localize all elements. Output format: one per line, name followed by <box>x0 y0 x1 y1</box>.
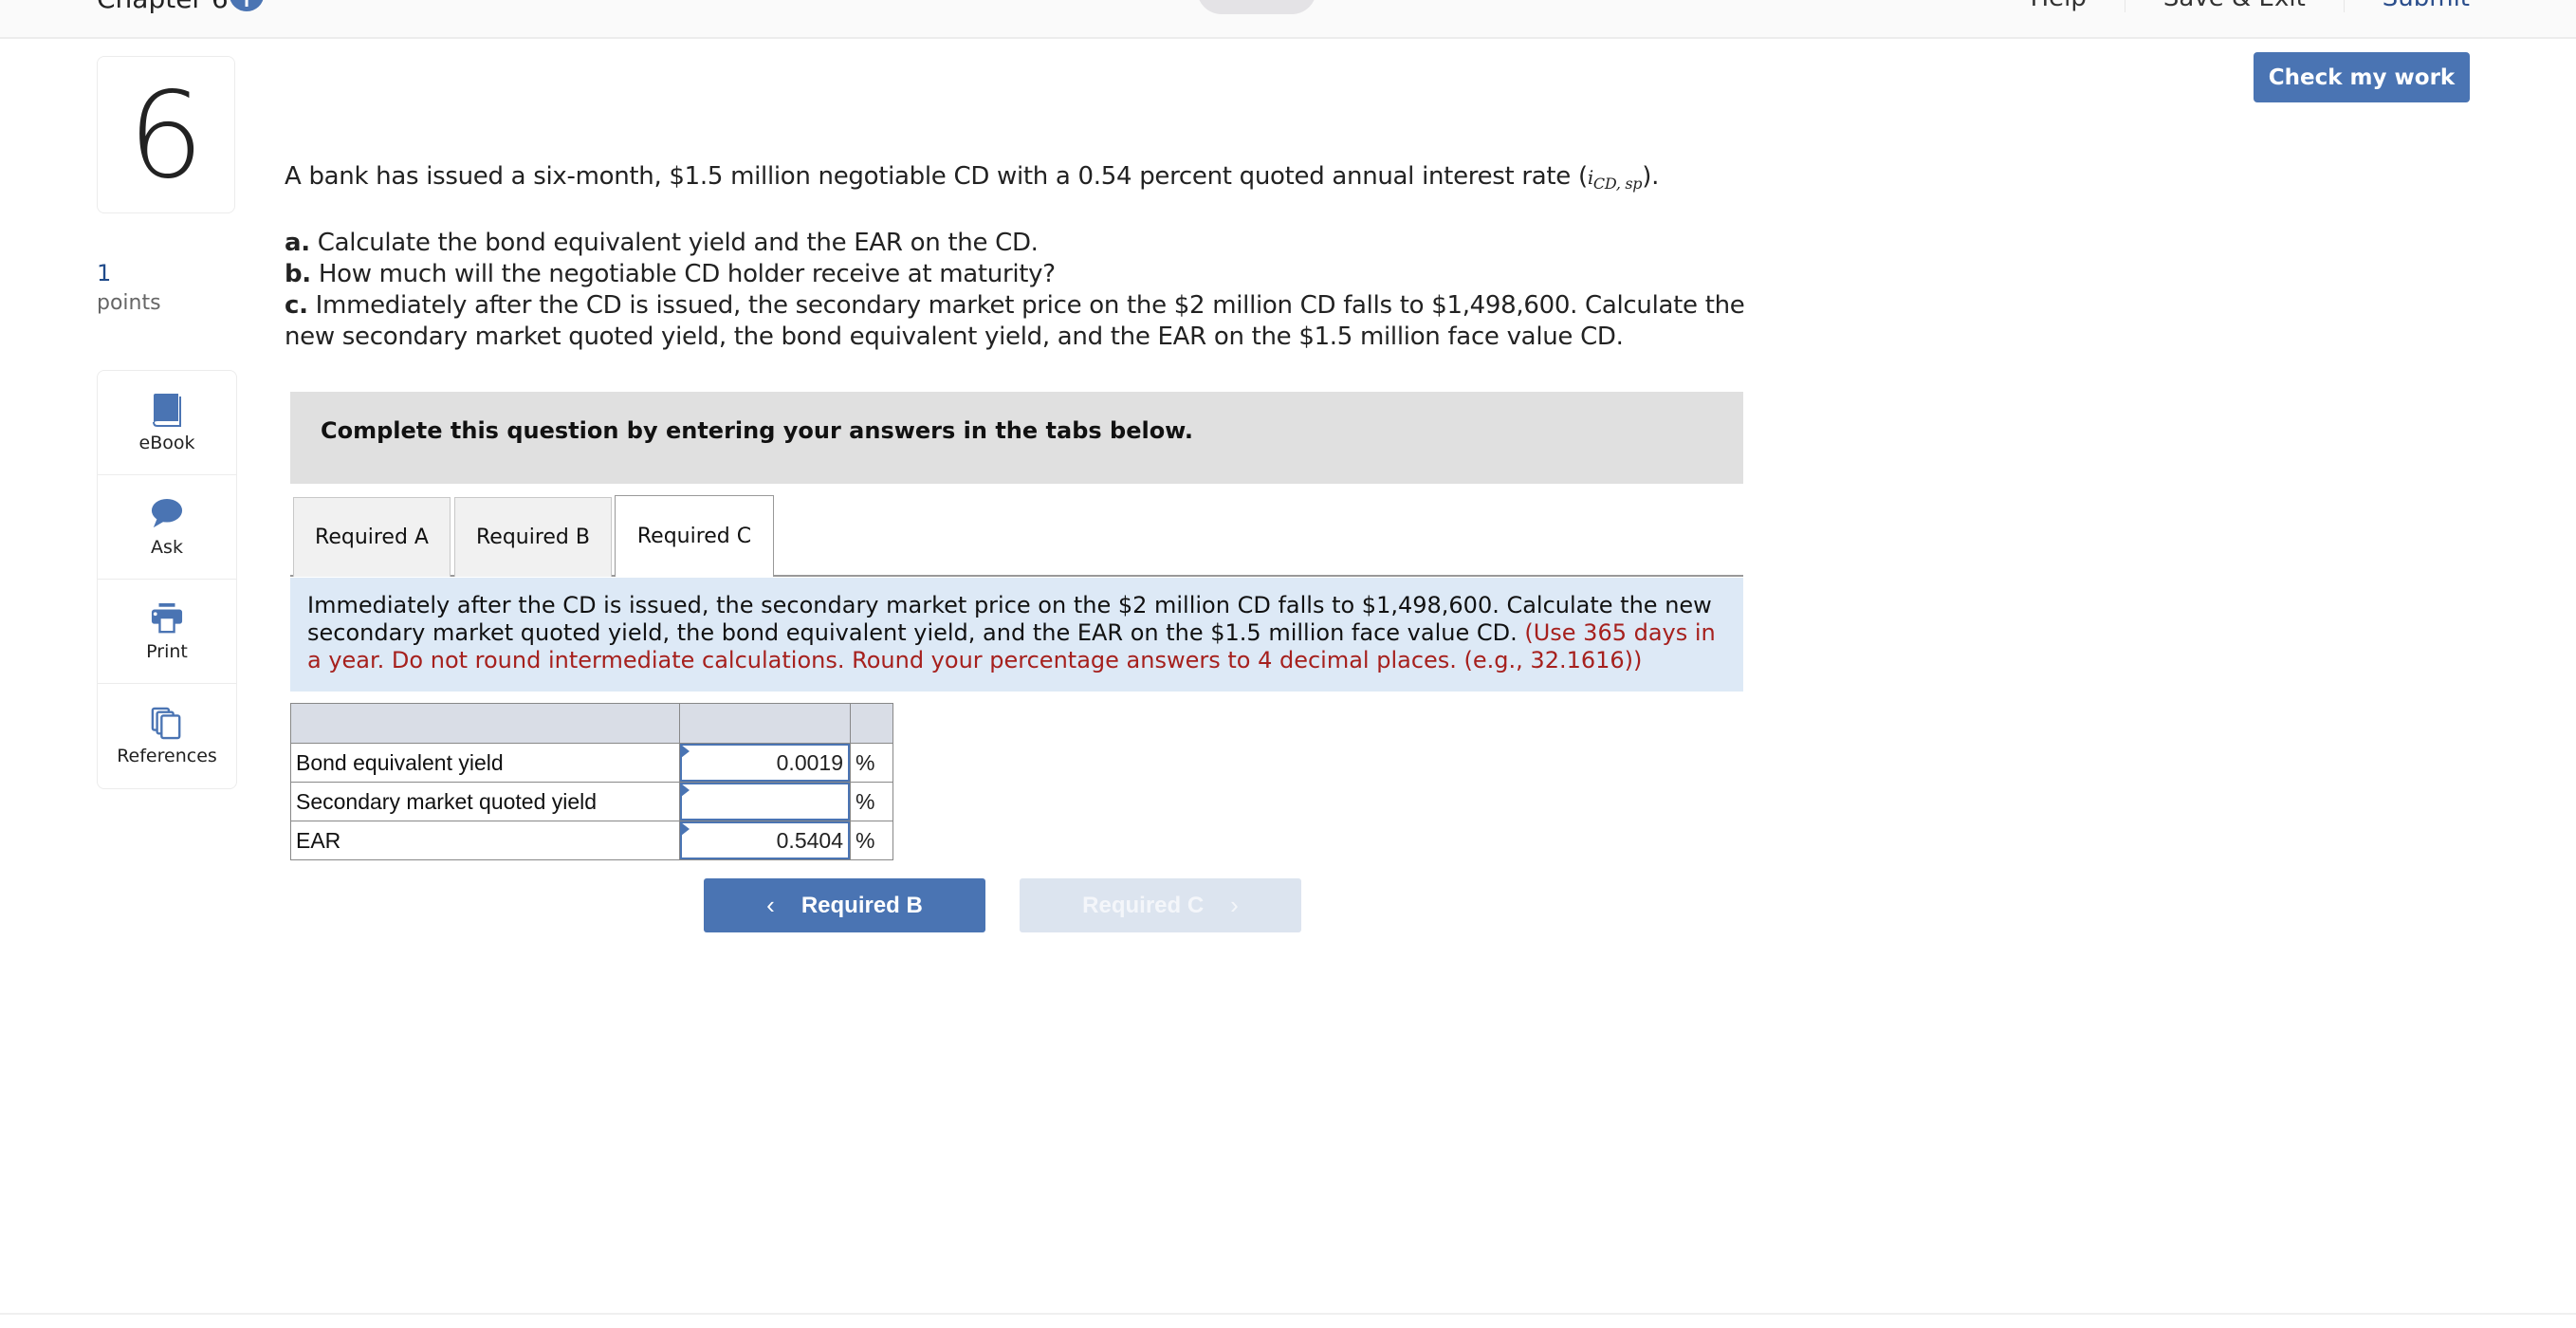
next-tab-button[interactable]: Required C › <box>1020 878 1301 932</box>
center-handle[interactable] <box>1197 0 1316 14</box>
tab-bar: Required A Required B Required C <box>290 495 1743 577</box>
instruction-banner: Complete this question by entering your … <box>290 392 1743 484</box>
tools-panel: eBook Ask Print References <box>97 370 237 789</box>
input-flag-icon <box>681 822 690 836</box>
tool-ask[interactable]: Ask <box>98 475 236 580</box>
tab-prompt: Immediately after the CD is issued, the … <box>290 578 1743 692</box>
table-row: Secondary market quoted yield % <box>290 782 893 821</box>
tool-print[interactable]: Print <box>98 580 236 684</box>
tab-required-b[interactable]: Required B <box>454 497 612 577</box>
unit-label: % <box>850 821 893 860</box>
top-bar: Chapter 6 i Help Save & Exit Submit <box>0 0 2576 39</box>
footer-divider <box>0 1313 2576 1315</box>
tab-required-a[interactable]: Required A <box>293 497 451 577</box>
bond-equivalent-yield-input[interactable] <box>680 744 850 782</box>
unit-label: % <box>850 782 893 821</box>
secondary-market-quoted-yield-input[interactable] <box>680 783 850 821</box>
question-part-c: c. Immediately after the CD is issued, t… <box>285 291 1745 351</box>
printer-icon <box>151 602 183 633</box>
top-links: Help Save & Exit Submit <box>1993 0 2470 12</box>
answer-table: Bond equivalent yield % Secondary market… <box>290 703 893 860</box>
row-label: EAR <box>290 821 680 860</box>
question-part-a: a. Calculate the bond equivalent yield a… <box>285 229 1039 257</box>
question-intro: A bank has issued a six-month, $1.5 mill… <box>285 162 1660 193</box>
tool-ebook-label: eBook <box>138 432 195 453</box>
unit-label: % <box>850 743 893 783</box>
speech-bubble-icon <box>151 498 183 527</box>
check-my-work-button[interactable]: Check my work <box>2254 52 2470 102</box>
save-exit-link[interactable]: Save & Exit <box>2125 0 2345 12</box>
tab-required-c[interactable]: Required C <box>615 495 774 577</box>
chevron-right-icon: › <box>1230 891 1239 919</box>
ear-input[interactable] <box>680 821 850 859</box>
points-label: points <box>97 291 161 315</box>
book-icon <box>153 393 181 427</box>
table-row: Bond equivalent yield % <box>290 743 893 783</box>
help-link[interactable]: Help <box>1993 0 2125 12</box>
input-flag-icon <box>681 784 690 797</box>
question-text: A bank has issued a six-month, $1.5 mill… <box>285 161 1802 353</box>
tool-references-label: References <box>117 746 217 766</box>
previous-tab-button[interactable]: ‹ Required B <box>704 878 985 932</box>
documents-icon <box>151 707 181 740</box>
previous-tab-label: Required B <box>800 892 923 918</box>
next-tab-label: Required C <box>1082 892 1205 918</box>
submit-link[interactable]: Submit <box>2345 0 2470 12</box>
chapter-title: Chapter 6 <box>97 0 229 14</box>
points-value: 1 <box>97 260 112 286</box>
info-icon[interactable]: i <box>230 0 264 11</box>
row-label: Secondary market quoted yield <box>290 782 680 821</box>
input-flag-icon <box>681 745 690 758</box>
tool-ask-label: Ask <box>151 536 183 558</box>
tool-references[interactable]: References <box>98 684 236 788</box>
table-header-row <box>290 703 893 744</box>
table-row: EAR % <box>290 821 893 860</box>
tool-print-label: Print <box>146 640 188 662</box>
tool-ebook[interactable]: eBook <box>98 371 236 475</box>
prompt-text: Immediately after the CD is issued, the … <box>307 592 1712 646</box>
rate-symbol: iCD, sp <box>1587 166 1643 193</box>
question-part-b: b. How much will the negotiable CD holde… <box>285 260 1056 288</box>
chevron-left-icon: ‹ <box>766 891 775 919</box>
question-number: 6 <box>97 56 235 213</box>
row-label: Bond equivalent yield <box>290 743 680 783</box>
